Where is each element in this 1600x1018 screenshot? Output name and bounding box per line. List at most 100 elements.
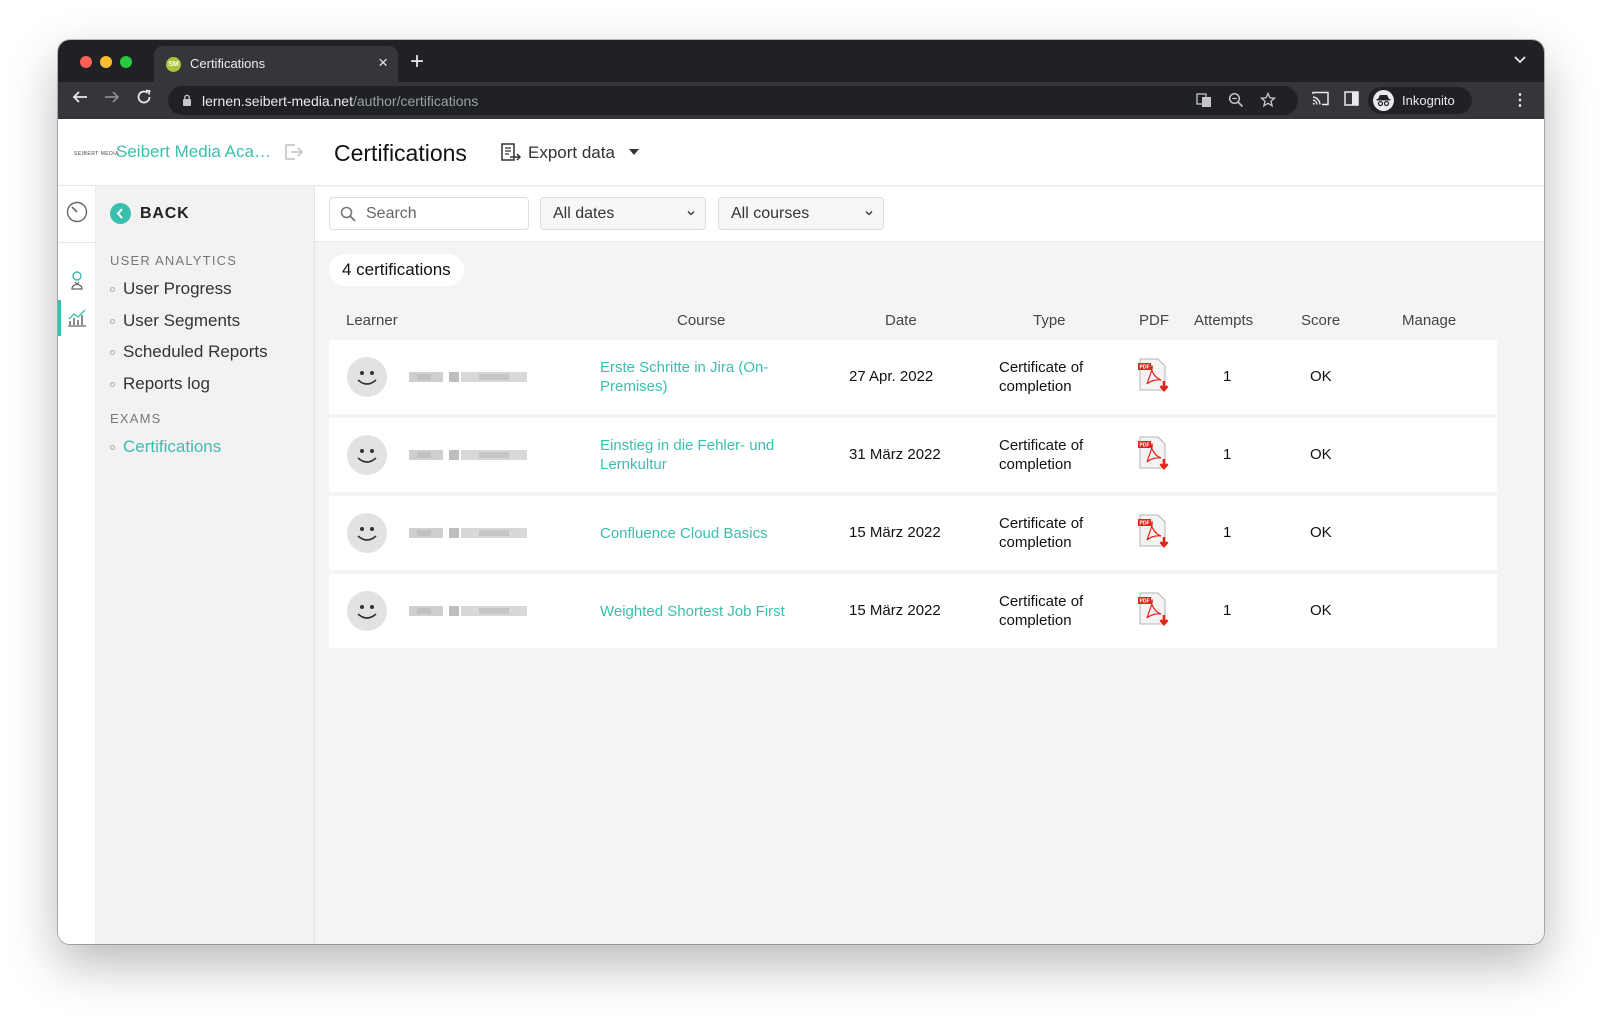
brand-header: SEIBERT MEDIA Seibert Media Aca… xyxy=(58,119,315,186)
attempts-value: 1 xyxy=(1223,524,1232,541)
sidebar-item-certifications[interactable]: Certifications xyxy=(110,437,221,457)
table-row: Confluence Cloud Basics 15 März 2022 Cer… xyxy=(329,496,1497,570)
column-header-score[interactable]: Score xyxy=(1301,312,1340,329)
favicon-icon: SM xyxy=(166,57,181,72)
column-header-type[interactable]: Type xyxy=(1033,312,1066,329)
tab-search-chevron-icon[interactable] xyxy=(1514,52,1526,67)
analytics-chart-icon[interactable] xyxy=(66,306,88,328)
learner-avatar xyxy=(347,591,387,631)
section-title-user-analytics: USER ANALYTICS xyxy=(110,253,238,268)
certifications-table: Learner Course Date Type PDF Attempts Sc… xyxy=(329,304,1497,652)
back-label: BACK xyxy=(140,205,190,222)
browser-toolbar: lernen.seibert-media.net/author/certific… xyxy=(58,82,1544,119)
sidebar-menu: BACK USER ANALYTICS User Progress User S… xyxy=(96,186,314,944)
learner-name-redacted xyxy=(409,372,527,382)
maximize-window-button[interactable] xyxy=(120,56,132,68)
section-title-exams: EXAMS xyxy=(110,411,162,426)
brand-name[interactable]: Seibert Media Aca… xyxy=(116,142,271,162)
zoom-icon[interactable] xyxy=(1228,92,1244,112)
score-value: OK xyxy=(1310,524,1332,541)
dates-filter-select[interactable]: All dates xyxy=(540,197,706,230)
export-data-label: Export data xyxy=(528,143,615,162)
certificate-type: Certificate of completion xyxy=(999,359,1084,395)
column-header-manage: Manage xyxy=(1402,312,1457,329)
column-header-learner[interactable]: Learner xyxy=(346,312,398,329)
lock-icon xyxy=(183,94,191,106)
main-panel: Certifications Export data All dates xyxy=(315,119,1544,944)
table-row: Erste Schritte in Jira (On- Premises) 27 … xyxy=(329,340,1497,414)
tab-title: Certifications xyxy=(190,56,266,71)
pdf-download-icon[interactable]: PDF xyxy=(1137,358,1171,394)
new-tab-button[interactable]: + xyxy=(410,48,424,76)
search-input[interactable] xyxy=(366,204,521,224)
course-link[interactable]: Erste Schritte in Jira (On- Premises) xyxy=(600,358,800,396)
table-row: Einstieg in die Fehler- und Lernkultur 31… xyxy=(329,418,1497,492)
chevron-down-icon xyxy=(687,211,695,216)
certification-date: 27 Apr. 2022 xyxy=(849,368,934,385)
certificate-type: Certificate of completion xyxy=(999,515,1084,551)
column-header-date[interactable]: Date xyxy=(885,312,917,329)
address-bar[interactable]: lernen.seibert-media.net/author/certific… xyxy=(168,86,1298,115)
filter-bar: All dates All courses xyxy=(315,187,1544,242)
profile-label: Inkognito xyxy=(1402,93,1455,108)
sidebar-item-user-progress[interactable]: User Progress xyxy=(110,279,232,299)
incognito-profile-button[interactable]: Inkognito xyxy=(1368,87,1472,114)
pdf-download-icon[interactable]: PDF xyxy=(1137,514,1171,550)
certification-date: 31 März 2022 xyxy=(849,446,941,463)
course-link[interactable]: Einstieg in die Fehler- und Lernkultur xyxy=(600,436,800,474)
browser-menu-icon[interactable]: ⋮ xyxy=(1512,90,1528,110)
cast-icon[interactable] xyxy=(1312,91,1329,110)
back-arrow-icon[interactable] xyxy=(72,89,88,109)
side-panel-icon[interactable] xyxy=(1344,91,1359,110)
close-window-button[interactable] xyxy=(80,56,92,68)
rail-active-indicator xyxy=(58,300,61,336)
certification-date: 15 März 2022 xyxy=(849,602,941,619)
learner-name-redacted xyxy=(409,606,527,616)
pdf-download-icon[interactable]: PDF xyxy=(1137,592,1171,628)
sidebar-item-scheduled-reports[interactable]: Scheduled Reports xyxy=(110,342,268,362)
search-icon xyxy=(340,206,356,222)
dashboard-gauge-icon[interactable] xyxy=(66,201,88,223)
column-header-course[interactable]: Course xyxy=(677,312,725,329)
course-link[interactable]: Confluence Cloud Basics xyxy=(600,524,800,543)
table-header: Learner Course Date Type PDF Attempts Sc… xyxy=(329,304,1497,340)
incognito-icon xyxy=(1373,90,1394,111)
tab-close-icon[interactable]: × xyxy=(378,53,388,73)
svg-text:PDF: PDF xyxy=(1140,443,1150,449)
sidebar-item-user-segments[interactable]: User Segments xyxy=(110,311,240,331)
learner-person-icon[interactable] xyxy=(66,269,88,291)
learner-avatar xyxy=(347,513,387,553)
page-title: Certifications xyxy=(334,140,467,166)
sidebar-item-reports-log[interactable]: Reports log xyxy=(110,374,210,394)
score-value: OK xyxy=(1310,602,1332,619)
learner-name-redacted xyxy=(409,450,527,460)
brand-logo: SEIBERT MEDIA xyxy=(74,151,119,157)
translate-icon[interactable] xyxy=(1196,92,1212,112)
certificate-type: Certificate of completion xyxy=(999,437,1084,473)
tab-strip: SM Certifications × + xyxy=(58,40,1544,82)
minimize-window-button[interactable] xyxy=(100,56,112,68)
dates-filter-value: All dates xyxy=(553,205,615,222)
page-header: Certifications Export data xyxy=(315,119,1544,186)
column-header-attempts[interactable]: Attempts xyxy=(1194,312,1253,329)
learner-avatar xyxy=(347,357,387,397)
certification-count-badge: 4 certifications xyxy=(329,254,464,286)
score-value: OK xyxy=(1310,368,1332,385)
course-link[interactable]: Weighted Shortest Job First xyxy=(600,602,800,621)
back-chevron-icon xyxy=(110,203,131,224)
table-row: Weighted Shortest Job First 15 März 2022… xyxy=(329,574,1497,648)
courses-filter-select[interactable]: All courses xyxy=(718,197,884,230)
export-icon xyxy=(501,143,521,161)
learner-avatar xyxy=(347,435,387,475)
bookmark-star-icon[interactable] xyxy=(1259,91,1277,112)
certificate-type: Certificate of completion xyxy=(999,593,1084,629)
reload-icon[interactable] xyxy=(136,89,152,109)
sidebar: SEIBERT MEDIA Seibert Media Aca… BACK US… xyxy=(58,119,315,944)
pdf-download-icon[interactable]: PDF xyxy=(1137,436,1171,472)
svg-text:PDF: PDF xyxy=(1140,521,1150,527)
search-box[interactable] xyxy=(329,197,529,230)
browser-tab[interactable]: SM Certifications × xyxy=(154,46,398,82)
attempts-value: 1 xyxy=(1223,602,1232,619)
exit-icon[interactable] xyxy=(284,143,304,161)
forward-arrow-icon[interactable] xyxy=(104,89,120,109)
